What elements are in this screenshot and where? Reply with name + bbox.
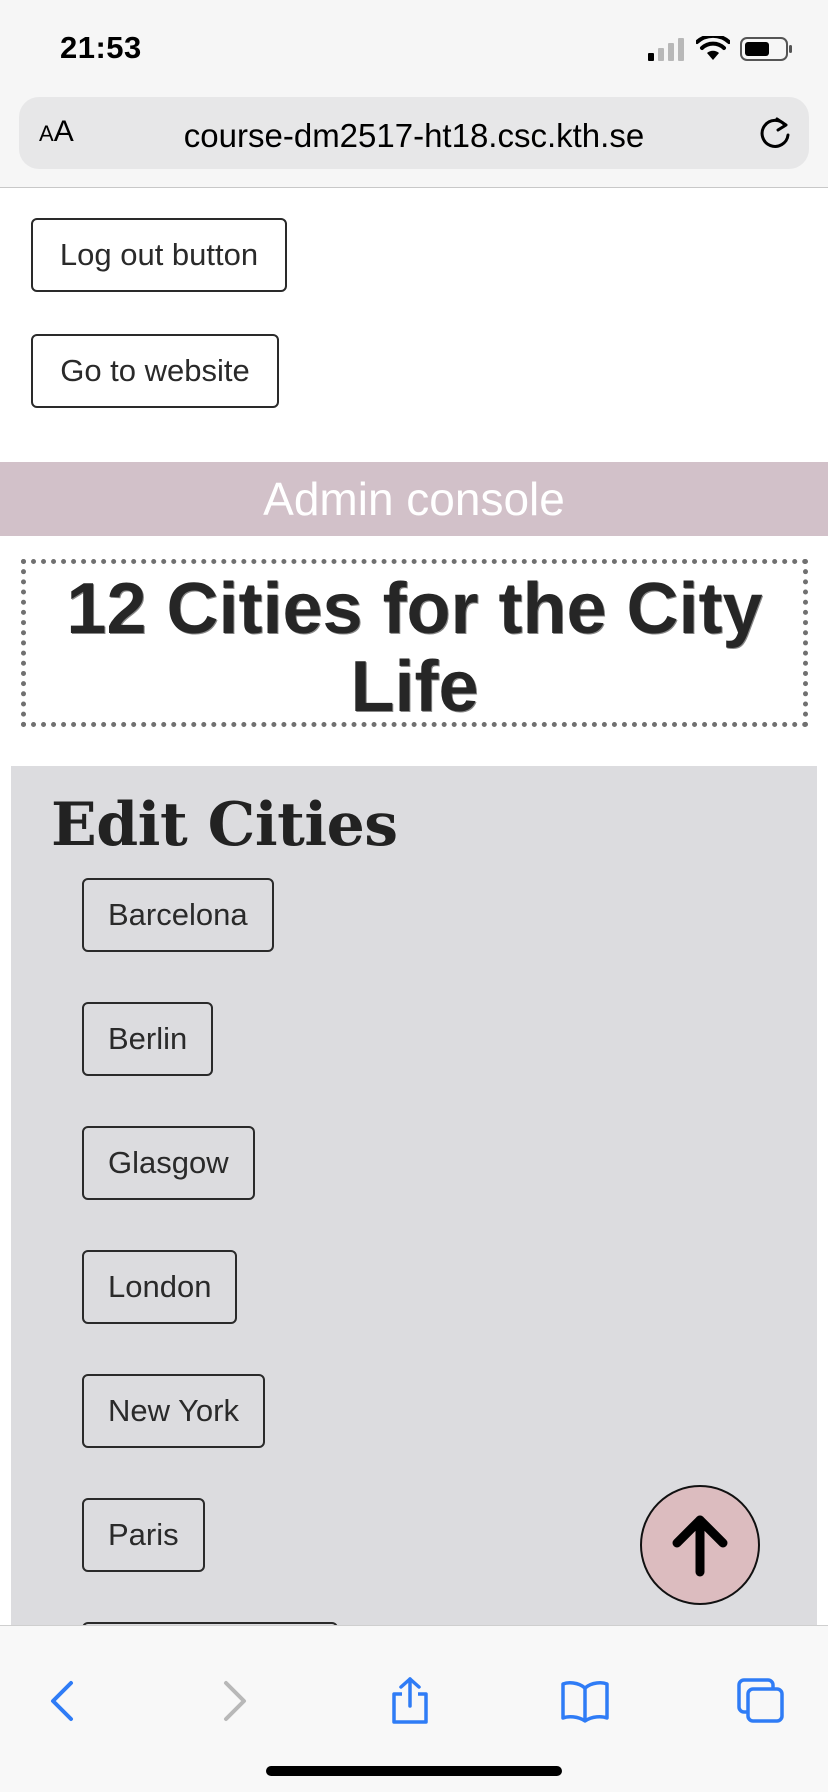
hero-title-box: 12 Cities for the City Life xyxy=(21,559,808,727)
wifi-icon xyxy=(696,36,730,60)
forward-icon xyxy=(224,1681,246,1721)
tabs-button[interactable] xyxy=(736,1676,786,1726)
battery-icon xyxy=(740,37,792,61)
city-button-glasgow[interactable]: Glasgow xyxy=(82,1126,255,1200)
share-icon xyxy=(392,1677,428,1724)
status-bar: 21:53 xyxy=(0,0,828,92)
go-to-website-button[interactable]: Go to website xyxy=(31,334,279,408)
scroll-to-top-button[interactable] xyxy=(640,1485,760,1605)
forward-button[interactable] xyxy=(210,1676,260,1726)
tabs-icon xyxy=(737,1678,784,1723)
bookmarks-icon xyxy=(561,1681,609,1723)
browser-address-area: AA course-dm2517-ht18.csc.kth.se xyxy=(0,92,828,188)
back-button[interactable] xyxy=(37,1676,87,1726)
home-indicator xyxy=(266,1766,562,1776)
status-time: 21:53 xyxy=(60,30,142,65)
page-content: Log out button Go to website Admin conso… xyxy=(0,189,828,1625)
admin-console-bar: Admin console xyxy=(0,462,828,536)
city-button-berlin[interactable]: Berlin xyxy=(82,1002,214,1076)
status-icons xyxy=(646,36,794,62)
cellular-signal-icon xyxy=(648,38,684,61)
back-icon xyxy=(51,1681,73,1721)
address-bar[interactable]: AA course-dm2517-ht18.csc.kth.se xyxy=(19,97,809,169)
city-button-barcelona[interactable]: Barcelona xyxy=(82,878,274,952)
hero-title: 12 Cities for the City Life xyxy=(66,569,763,727)
browser-toolbar xyxy=(0,1625,828,1792)
share-button[interactable] xyxy=(385,1676,435,1726)
reload-icon[interactable] xyxy=(755,113,795,153)
logout-button[interactable]: Log out button xyxy=(31,218,287,292)
arrow-up-icon xyxy=(672,1515,728,1577)
bookmarks-button[interactable] xyxy=(560,1676,610,1726)
edit-cities-heading: Edit Cities xyxy=(51,790,398,860)
city-button-paris[interactable]: Paris xyxy=(82,1498,205,1572)
city-list: Barcelona Berlin Glasgow London New York… xyxy=(82,878,338,1625)
city-button-london[interactable]: London xyxy=(82,1250,238,1324)
url-text[interactable]: course-dm2517-ht18.csc.kth.se xyxy=(19,117,809,155)
city-button-new-york[interactable]: New York xyxy=(82,1374,265,1448)
